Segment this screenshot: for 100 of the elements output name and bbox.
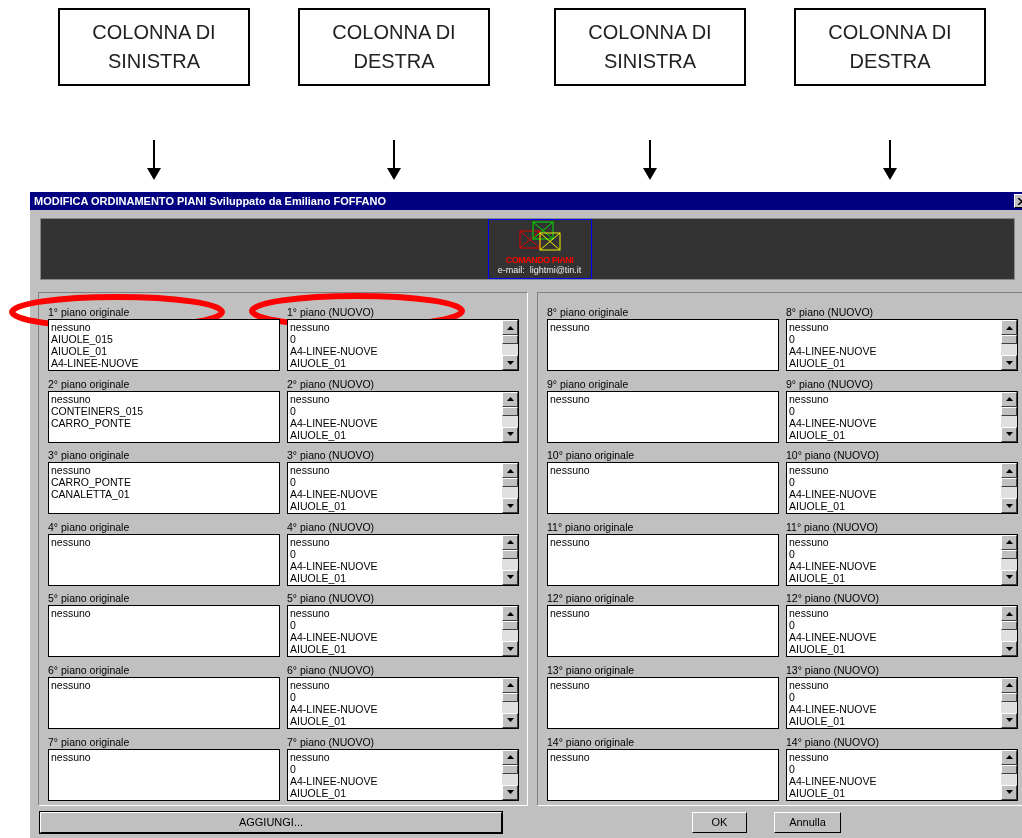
field-label: 12° piano originale bbox=[547, 592, 635, 606]
list-item[interactable]: nessuno bbox=[789, 750, 829, 763]
field-label: 10° piano (NUOVO) bbox=[786, 449, 879, 463]
field-label: 11° piano (NUOVO) bbox=[786, 520, 879, 534]
list-item[interactable]: 0 bbox=[290, 476, 296, 489]
list-item[interactable]: AIUOLE_01 bbox=[51, 345, 108, 357]
list-item[interactable]: A4-LINEE-NUOVE bbox=[789, 774, 877, 787]
list-item[interactable]: 0 bbox=[789, 547, 795, 560]
annotation-label: COLONNA DI DESTRA bbox=[794, 8, 986, 86]
add-button[interactable]: AGGIUNGI... bbox=[40, 812, 502, 833]
list-item[interactable]: nessuno bbox=[550, 535, 590, 548]
field-label: 9° piano originale bbox=[547, 377, 629, 391]
list-item[interactable]: 0 bbox=[290, 333, 296, 345]
list-item[interactable]: AIUOLE_015 bbox=[51, 333, 113, 345]
field-label: 3° piano originale bbox=[48, 449, 130, 463]
list-item[interactable]: AIUOLE_01 bbox=[789, 571, 846, 584]
list-item[interactable]: nessuno bbox=[290, 321, 330, 333]
list-item[interactable]: AIUOLE_01 bbox=[290, 357, 347, 369]
list-item[interactable]: AIUOLE_01 bbox=[290, 428, 347, 441]
list-item[interactable]: AIUOLE_01 bbox=[789, 500, 846, 513]
list-item[interactable]: nessuno bbox=[290, 535, 330, 548]
list-item[interactable]: A4-LINEE-NUOVE bbox=[51, 357, 139, 369]
field-label: 14° piano originale bbox=[547, 735, 635, 749]
list-item[interactable]: nessuno bbox=[789, 678, 829, 691]
list-item[interactable]: A4-LINEE-NUOVE bbox=[789, 345, 877, 357]
list-item[interactable]: A4-LINEE-NUOVE bbox=[290, 488, 378, 501]
list-item[interactable]: nessuno bbox=[290, 750, 330, 763]
list-item[interactable]: nessuno bbox=[51, 607, 91, 620]
field-label: 3° piano (NUOVO) bbox=[287, 449, 375, 463]
list-item[interactable]: nessuno bbox=[789, 607, 829, 620]
list-item[interactable]: AIUOLE_01 bbox=[290, 714, 347, 727]
annotation-label: COLONNA DI SINISTRA bbox=[58, 8, 250, 86]
list-item[interactable]: nessuno bbox=[290, 392, 330, 405]
list-item[interactable]: CARRO_PONTE bbox=[51, 476, 131, 489]
list-item[interactable]: AIUOLE_01 bbox=[789, 786, 846, 799]
list-item[interactable]: 0 bbox=[789, 333, 795, 345]
list-item[interactable]: nessuno bbox=[51, 321, 91, 333]
list-item[interactable]: A4-LINEE-NUOVE bbox=[789, 702, 877, 715]
list-item[interactable]: A4-LINEE-NUOVE bbox=[290, 631, 378, 644]
list-item[interactable]: 0 bbox=[789, 404, 795, 417]
list-item[interactable]: 0 bbox=[290, 547, 296, 560]
list-item[interactable]: AIUOLE_01 bbox=[789, 428, 846, 441]
list-item[interactable]: 0 bbox=[789, 762, 795, 775]
ok-button[interactable]: OK bbox=[692, 812, 747, 833]
list-item[interactable]: AIUOLE_01 bbox=[789, 357, 846, 369]
list-item[interactable]: nessuno bbox=[290, 464, 330, 477]
list-item[interactable]: nessuno bbox=[550, 607, 590, 620]
list-item[interactable]: A4-LINEE-NUOVE bbox=[789, 631, 877, 644]
list-item[interactable]: AIUOLE_01 bbox=[789, 643, 846, 656]
list-item[interactable]: nessuno bbox=[789, 535, 829, 548]
list-item[interactable]: nessuno bbox=[550, 464, 590, 477]
list-item[interactable]: CANALETTA_01 bbox=[51, 488, 130, 501]
list-item[interactable]: 0 bbox=[290, 619, 296, 632]
list-item[interactable]: 0 bbox=[290, 690, 296, 703]
list-item[interactable]: nessuno bbox=[789, 392, 829, 405]
list-item[interactable]: A4-LINEE-NUOVE bbox=[789, 559, 877, 572]
list-item[interactable]: AIUOLE_01 bbox=[290, 786, 347, 799]
field-label: 6° piano originale bbox=[48, 663, 130, 677]
list-item[interactable]: nessuno bbox=[550, 321, 590, 333]
list-item[interactable]: AIUOLE_01 bbox=[290, 500, 347, 513]
list-item[interactable]: 0 bbox=[789, 619, 795, 632]
list-item[interactable]: 0 bbox=[290, 762, 296, 775]
list-item[interactable]: 0 bbox=[290, 404, 296, 417]
list-item[interactable]: CONTEINERS_015 bbox=[51, 404, 144, 417]
list-item[interactable]: A4-LINEE-NUOVE bbox=[789, 416, 877, 429]
field-label: 8° piano (NUOVO) bbox=[786, 306, 874, 319]
field-label: 5° piano originale bbox=[48, 592, 130, 606]
list-item[interactable]: AIUOLE_01 bbox=[789, 714, 846, 727]
list-item[interactable]: nessuno bbox=[51, 750, 91, 763]
field-label: 13° piano (NUOVO) bbox=[786, 663, 879, 677]
list-item[interactable]: A4-LINEE-NUOVE bbox=[290, 702, 378, 715]
field-label: 13° piano originale bbox=[547, 663, 635, 677]
list-item[interactable]: nessuno bbox=[290, 678, 330, 691]
list-item[interactable]: 0 bbox=[789, 690, 795, 703]
field-label: 2° piano (NUOVO) bbox=[287, 377, 375, 391]
annotation-label: COLONNA DI DESTRA bbox=[298, 8, 490, 86]
list-item[interactable]: nessuno bbox=[51, 535, 91, 548]
list-item[interactable]: A4-LINEE-NUOVE bbox=[290, 345, 378, 357]
list-item[interactable]: AIUOLE_01 bbox=[290, 643, 347, 656]
field-label: 5° piano (NUOVO) bbox=[287, 592, 375, 606]
list-item[interactable]: AIUOLE_01 bbox=[290, 571, 347, 584]
list-item[interactable]: nessuno bbox=[789, 464, 829, 477]
field-label: 8° piano originale bbox=[547, 306, 629, 319]
cancel-button[interactable]: Annulla bbox=[774, 812, 841, 833]
list-item[interactable]: A4-LINEE-NUOVE bbox=[789, 488, 877, 501]
list-item[interactable]: A4-LINEE-NUOVE bbox=[290, 559, 378, 572]
list-item[interactable]: nessuno bbox=[51, 464, 91, 477]
list-item[interactable]: nessuno bbox=[51, 392, 91, 405]
annotation-label: COLONNA DI SINISTRA bbox=[554, 8, 746, 86]
list-item[interactable]: 0 bbox=[789, 476, 795, 489]
list-item[interactable]: nessuno bbox=[51, 678, 91, 691]
logo-email: e-mail: lightmi@tin.it bbox=[497, 265, 582, 276]
list-item[interactable]: nessuno bbox=[290, 607, 330, 620]
list-item[interactable]: CARRO_PONTE bbox=[51, 416, 131, 429]
list-item[interactable]: nessuno bbox=[550, 392, 590, 405]
list-item[interactable]: A4-LINEE-NUOVE bbox=[290, 774, 378, 787]
list-item[interactable]: A4-LINEE-NUOVE bbox=[290, 416, 378, 429]
list-item[interactable]: nessuno bbox=[550, 750, 590, 763]
list-item[interactable]: nessuno bbox=[550, 678, 590, 691]
list-item[interactable]: nessuno bbox=[789, 321, 829, 333]
